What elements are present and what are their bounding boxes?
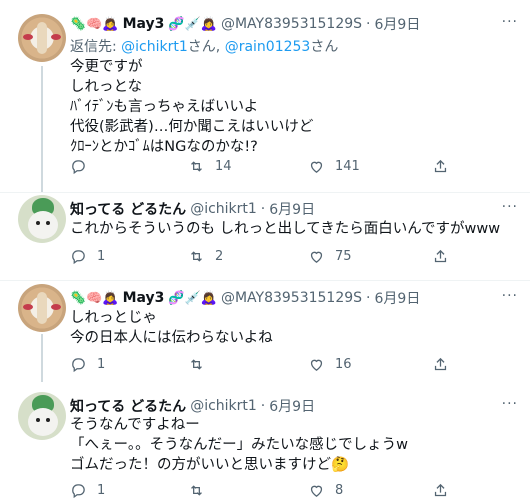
reply-to-link[interactable]: @rain01253 [225,39,311,55]
tweet-actions: 14 141 [70,158,510,178]
more-options-icon[interactable]: ··· [502,199,518,215]
reply-icon [72,160,85,175]
tweet-text-line: そうなんですよねー [70,417,200,433]
display-name[interactable]: May3 [123,290,165,306]
reply-icon [72,358,85,373]
heart-icon [310,161,323,173]
divider [0,192,530,193]
avatar[interactable] [18,195,66,243]
share-button[interactable] [432,248,449,265]
avatar[interactable] [18,14,66,62]
tweet-text-line: これからそういうのも しれっと出してきたら面白いんですがwww [70,221,501,237]
reply-icon [72,250,85,265]
display-name[interactable]: 知ってる どるたん [70,396,186,416]
retweet-button[interactable]: 14 [188,158,232,175]
reply-button[interactable]: 1 [70,356,105,373]
heart-icon [310,251,323,263]
reply-to-link[interactable]: @ichikrt1 [121,39,188,55]
tweet-text-line: 「へぇー。。そうなんだー」みたいな感じでしょうw [70,437,408,453]
separator-dot: · [366,16,371,32]
tweet-header: 🦠🧠🙇‍♀️ May3 🧬💉🙇‍♀️ @MAY8395315129S · 6月9… [70,288,420,308]
user-handle[interactable]: @ichikrt1 [190,398,257,414]
tweet-date[interactable]: 6月9日 [269,199,315,219]
share-button[interactable] [432,158,449,175]
name-emoji: 🧬💉🙇‍♀️ [168,16,217,32]
like-button[interactable]: 141 [308,158,360,175]
separator-dot: · [260,201,266,217]
retweet-button[interactable]: 2 [188,248,223,265]
tweet-text-line: しれっとな [70,79,143,95]
tweet-text-line: ｸﾛｰﾝとかｺﾞﾑはNGなのかな!? [70,139,258,155]
user-handle[interactable]: @MAY8395315129S [221,290,362,306]
name-emoji: 🦠🧠🙇‍♀️ [70,16,119,32]
tweet-text-line: しれっとじゃ [70,310,157,326]
user-handle[interactable]: @ichikrt1 [190,201,257,217]
reply-to: 返信先: @ichikrt1さん, @rain01253さん [70,39,339,55]
divider [0,280,530,281]
avatar[interactable] [18,392,66,440]
share-icon [434,159,447,173]
more-options-icon[interactable]: ··· [502,288,518,304]
tweet-text-line: 今更ですが [70,59,143,75]
tweet-date[interactable]: 6月9日 [269,396,315,416]
tweet-date[interactable]: 6月9日 [375,288,421,308]
heart-icon [310,359,323,371]
name-emoji: 🦠🧠🙇‍♀️ [70,290,119,306]
like-button[interactable]: 16 [308,356,352,373]
share-button[interactable] [432,356,449,373]
tweet-date[interactable]: 6月9日 [375,14,421,34]
tweet-header: 知ってる どるたん @ichikrt1 · 6月9日 [70,396,315,416]
retweet-button[interactable] [188,356,215,373]
share-icon [434,357,447,371]
user-handle[interactable]: @MAY8395315129S [221,16,362,32]
tweet-text-line: 代役(影武者)…何か聞こえはいいけど [70,119,314,135]
reply-button[interactable] [70,158,97,175]
tweet-actions: 1 2 75 [70,248,510,268]
more-options-icon[interactable]: ··· [502,396,518,412]
display-name[interactable]: 知ってる どるたん [70,199,186,219]
separator-dot: · [260,398,266,414]
thread-line [41,66,43,192]
avatar[interactable] [18,284,66,332]
tweet-text-line: ﾊﾞｲﾃﾞﾝも言っちゃえばいいよ [70,99,259,115]
retweet-icon [191,251,202,262]
like-button[interactable]: 75 [308,248,352,265]
retweet-icon [191,359,202,370]
tweet-header: 🦠🧠🙇‍♀️ May3 🧬💉🙇‍♀️ @MAY8395315129S · 6月9… [70,14,420,34]
thread-line [41,334,43,382]
tweet-actions: 1 8 [70,482,510,502]
tweet-text-line: ゴムだった！の方がいいと思いますけど🤔 [70,457,350,473]
display-name[interactable]: May3 [123,16,165,32]
tweet-actions: 1 16 [70,356,510,376]
name-emoji: 🧬💉🙇‍♀️ [168,290,217,306]
more-options-icon[interactable]: ··· [502,14,518,30]
share-icon [434,249,447,263]
reply-button[interactable]: 1 [70,248,105,265]
tweet-text-line: 今の日本人には伝わらないよね [70,330,273,346]
tweet-header: 知ってる どるたん @ichikrt1 · 6月9日 [70,199,315,219]
separator-dot: · [366,290,371,306]
retweet-icon [191,161,202,172]
